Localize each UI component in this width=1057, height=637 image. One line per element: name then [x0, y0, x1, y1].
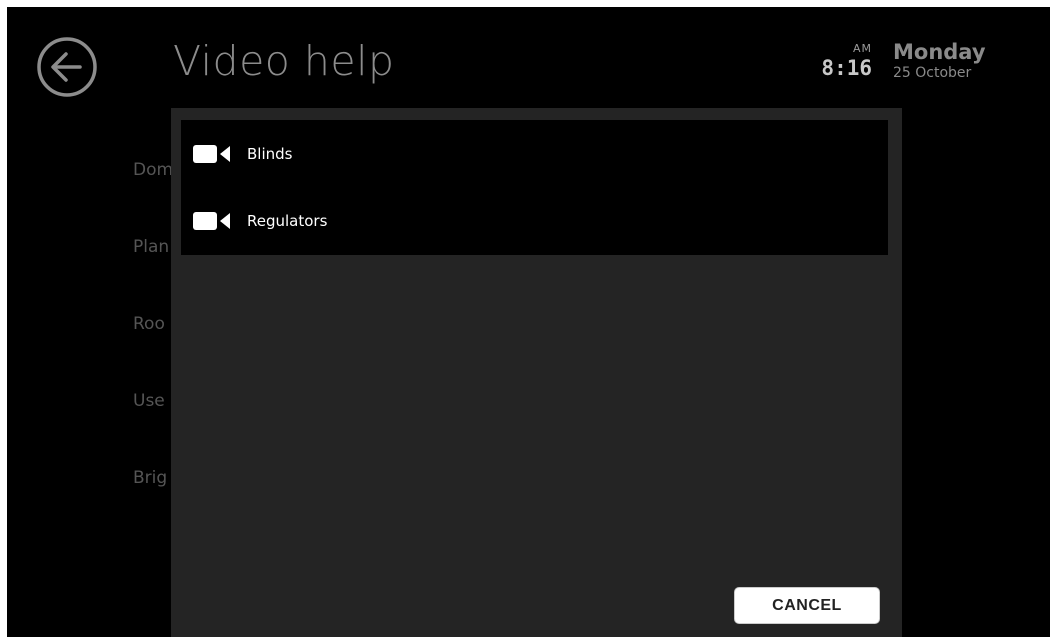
background-menu: Dom Plan Roo Use Brig — [133, 157, 173, 542]
date: Monday 25 October — [893, 39, 986, 81]
app-screen: Video help AM 8:16 Monday 25 October Dom… — [7, 7, 1050, 637]
video-item-blinds[interactable]: Blinds — [181, 120, 888, 187]
page-title: Video help — [173, 37, 395, 85]
clock-time: 8:16 — [821, 56, 872, 80]
background-menu-item: Brig — [133, 468, 168, 488]
cancel-button[interactable]: CANCEL — [734, 587, 880, 624]
background-menu-item: Use — [133, 391, 165, 411]
background-menu-item: Roo — [133, 314, 165, 334]
back-button[interactable] — [35, 35, 99, 99]
date-weekday: Monday — [893, 40, 986, 64]
video-camera-icon — [193, 144, 231, 163]
background-menu-item: Plan — [133, 237, 170, 257]
date-day-month: 25 October — [893, 65, 972, 81]
video-item-label: Regulators — [247, 211, 328, 230]
video-item-regulators[interactable]: Regulators — [181, 187, 888, 254]
clock-ampm: AM — [852, 42, 872, 55]
background-menu-item: Dom — [133, 160, 174, 180]
video-list: Blinds Regulators — [181, 120, 888, 255]
back-arrow-circle-icon — [37, 37, 97, 97]
video-item-label: Blinds — [247, 144, 293, 163]
clock: AM 8:16 — [821, 43, 872, 81]
video-help-dialog: Blinds Regulators CANCEL — [171, 108, 902, 637]
video-camera-icon — [193, 211, 231, 230]
